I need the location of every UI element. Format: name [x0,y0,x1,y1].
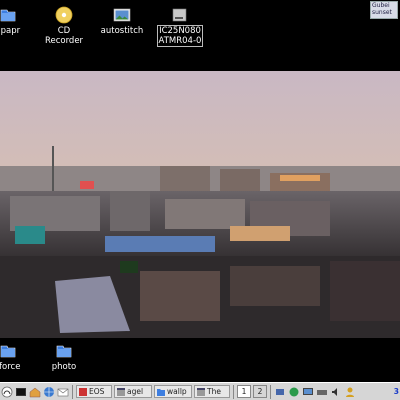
display-icon[interactable] [302,386,314,398]
folder-icon [0,345,16,358]
browser-icon[interactable] [43,386,55,398]
desktop-icon-label: CD Recorder [44,26,84,46]
cd-icon [55,6,73,24]
desktop-icon-cd-recorder[interactable]: CD Recorder [32,6,96,46]
desktop-icon-photo[interactable]: photo [32,342,96,372]
taskbar-task-agel[interactable]: agel [114,385,152,398]
folder-icon [56,345,72,358]
taskbar: EOS agel wallp The 1 2 3 [0,382,400,400]
taskbar-task-eos[interactable]: EOS [76,385,112,398]
desktop-wallpaper-photo [0,71,400,338]
window-icon [117,387,125,396]
keyboard-icon[interactable] [316,386,328,398]
window-icon [197,387,205,396]
user-icon[interactable] [344,386,356,398]
start-menu-icon[interactable] [1,386,13,398]
widget-line-2: sunset [372,9,392,16]
wallpaper-caption-widget[interactable]: Gubei sunset [370,1,398,19]
folder-icon [0,9,16,22]
pdf-icon [79,387,87,396]
taskbar-separator [233,384,234,399]
taskbar-separator [270,384,271,399]
volume-icon[interactable] [330,386,342,398]
workspace-1-button[interactable]: 1 [237,385,251,398]
desktop-icon-label: IC25N080 ATMR04-0 [156,25,204,47]
terminal-icon[interactable] [15,386,27,398]
messenger-icon[interactable] [288,386,300,398]
widget-line-1: Gubei [372,2,390,9]
taskbar-clock[interactable]: 3 [394,387,399,396]
city-skyline-image [0,71,400,338]
taskbar-task-the[interactable]: The [194,385,230,398]
task-label: wallp [167,387,187,396]
desktop-icon-label: photo [51,362,77,372]
mail-icon[interactable] [57,386,69,398]
folder-icon [157,388,165,396]
task-label: EOS [89,387,105,396]
home-folder-icon[interactable] [29,386,41,398]
taskbar-separator [72,384,73,399]
hard-drive-icon [172,8,187,22]
desktop-icon-hard-drive[interactable]: IC25N080 ATMR04-0 [148,6,212,47]
network-icon[interactable] [274,386,286,398]
image-icon [113,8,131,22]
task-label: agel [127,387,144,396]
workspace-2-button[interactable]: 2 [253,385,267,398]
taskbar-task-wallp[interactable]: wallp [154,385,192,398]
desktop-icon-autostitch[interactable]: autostitch [90,6,154,36]
desktop-icon-label: autostitch [100,26,144,36]
task-label: The [207,387,221,396]
